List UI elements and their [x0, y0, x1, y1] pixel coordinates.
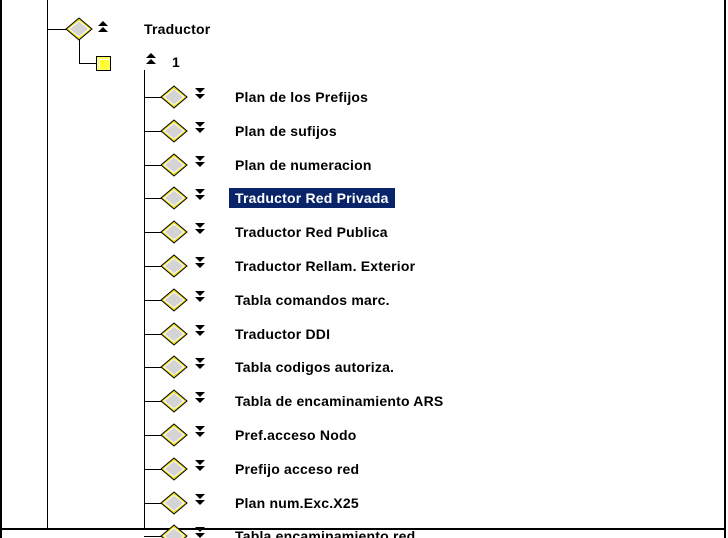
tree-line-root — [47, 0, 48, 528]
diamond-object-icon[interactable] — [160, 389, 188, 413]
diamond-object-icon[interactable] — [160, 85, 188, 109]
tree-item-label[interactable]: Tabla comandos marc. — [229, 290, 396, 310]
tree-line-level1-branch — [79, 63, 96, 64]
collapse-node-icon[interactable] — [97, 20, 109, 34]
diamond-object-icon[interactable] — [160, 457, 188, 481]
diamond-object-icon[interactable] — [160, 491, 188, 515]
panel-border-left — [0, 0, 2, 538]
expand-node-icon[interactable] — [194, 121, 206, 135]
diamond-object-icon[interactable] — [160, 288, 188, 312]
diamond-object-icon[interactable] — [65, 17, 93, 41]
tree-item-label[interactable]: Plan de sufijos — [229, 121, 343, 141]
diamond-object-icon[interactable] — [160, 153, 188, 177]
expand-node-icon[interactable] — [194, 290, 206, 304]
diamond-object-icon[interactable] — [160, 254, 188, 278]
tree-item-label[interactable]: Plan num.Exc.X25 — [229, 493, 365, 513]
tree-item-label[interactable]: Pref.acceso Nodo — [229, 425, 362, 445]
expand-node-icon[interactable] — [194, 324, 206, 338]
tree-item-label[interactable]: Traductor Red Publica — [229, 222, 394, 242]
tree-item-label[interactable]: Tabla de encaminamiento ARS — [229, 391, 449, 411]
tree-line-level2 — [144, 70, 145, 528]
expand-node-icon[interactable] — [194, 256, 206, 270]
tree-item-label[interactable]: Traductor DDI — [229, 324, 336, 344]
tree-item-label[interactable]: Tabla codigos autoriza. — [229, 357, 400, 377]
panel-border-right — [724, 0, 726, 538]
expand-node-icon[interactable] — [194, 425, 206, 439]
expand-node-icon[interactable] — [194, 155, 206, 169]
diamond-object-icon[interactable] — [160, 355, 188, 379]
tree-item-label[interactable]: Tabla encaminamiento red — [229, 526, 421, 538]
tree-group-label[interactable]: 1 — [166, 52, 186, 72]
collapse-node-icon[interactable] — [145, 52, 157, 66]
tree-root-label[interactable]: Traductor — [138, 19, 216, 39]
diamond-object-icon[interactable] — [160, 119, 188, 143]
tree-item-label[interactable]: Prefijo acceso red — [229, 459, 365, 479]
diamond-object-icon[interactable] — [160, 524, 188, 538]
expand-node-icon[interactable] — [194, 459, 206, 473]
expand-node-icon[interactable] — [194, 357, 206, 371]
tree-item-label[interactable]: Traductor Red Privada — [229, 188, 395, 208]
tree-line-root-branch — [47, 29, 67, 30]
tree-item-label[interactable]: Plan de numeracion — [229, 155, 378, 175]
tree-item-label[interactable]: Traductor Rellam. Exterior — [229, 256, 421, 276]
expand-node-icon[interactable] — [194, 188, 206, 202]
tree-view: Traductor 1 Plan de los Prefijos Plan de … — [0, 0, 728, 538]
diamond-object-icon[interactable] — [160, 423, 188, 447]
expand-node-icon[interactable] — [194, 222, 206, 236]
diamond-object-icon[interactable] — [160, 322, 188, 346]
tree-line-level1 — [79, 40, 80, 64]
tree-item-label[interactable]: Plan de los Prefijos — [229, 87, 374, 107]
yellow-square-icon[interactable] — [96, 56, 111, 71]
expand-node-icon[interactable] — [194, 526, 206, 538]
expand-node-icon[interactable] — [194, 493, 206, 507]
expand-node-icon[interactable] — [194, 87, 206, 101]
diamond-object-icon[interactable] — [160, 186, 188, 210]
diamond-object-icon[interactable] — [160, 220, 188, 244]
expand-node-icon[interactable] — [194, 391, 206, 405]
